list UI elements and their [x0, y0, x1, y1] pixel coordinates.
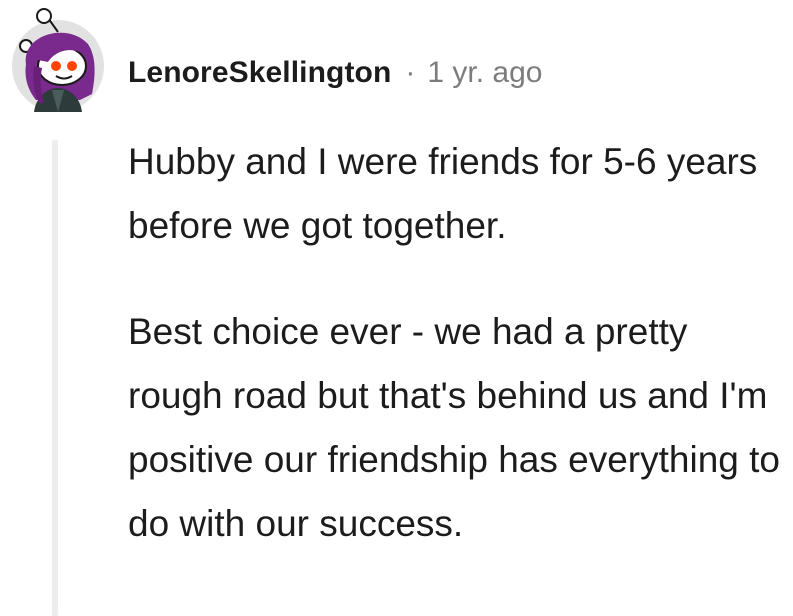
reddit-snoo-avatar-icon: [12, 8, 104, 112]
thread-line[interactable]: [52, 140, 58, 616]
comment-timestamp[interactable]: 1 yr. ago: [427, 56, 542, 90]
avatar[interactable]: [8, 4, 108, 118]
comment-header: LenoreSkellington · 1 yr. ago: [128, 56, 542, 90]
comment-paragraph: Best choice ever - we had a pretty rough…: [128, 311, 780, 544]
comment-author[interactable]: LenoreSkellington: [128, 56, 391, 90]
meta-separator: ·: [405, 56, 416, 89]
comment-body: Hubby and I were friends for 5-6 years b…: [128, 130, 783, 556]
comment-paragraph: Hubby and I were friends for 5-6 years b…: [128, 141, 758, 246]
